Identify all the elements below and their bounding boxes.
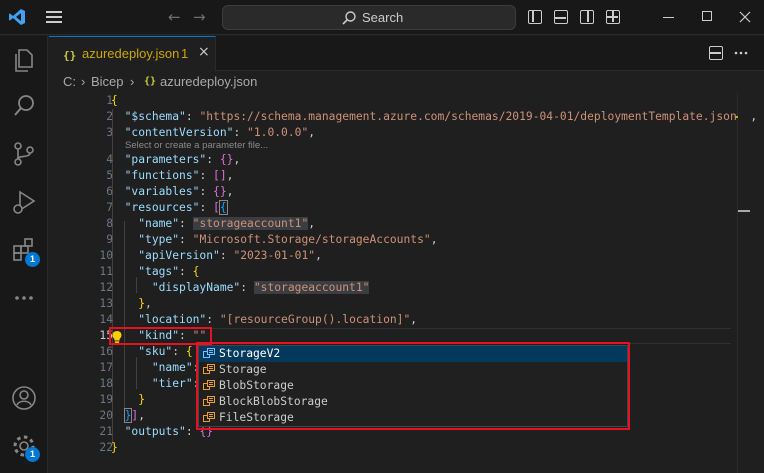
close-tab-icon[interactable]: × — [198, 44, 210, 60]
line-number: 19 — [99, 393, 113, 406]
toggle-primary-sidebar-icon[interactable] — [528, 10, 542, 24]
forward-arrow-icon[interactable]: → — [193, 8, 206, 26]
line-number: 9 — [106, 233, 113, 246]
line-number: 10 — [99, 249, 113, 262]
activity-bar: 1 1 — [0, 36, 48, 473]
tab-label: azuredeploy.json — [82, 46, 180, 61]
breadcrumb-item-drive[interactable]: C: — [63, 74, 76, 89]
files-icon[interactable] — [10, 46, 38, 74]
line-number: 22 — [99, 441, 113, 454]
code-line: "tags": { — [138, 265, 200, 278]
code-line: "name": "storageaccount1", — [138, 217, 316, 230]
toggle-secondary-sidebar-icon[interactable] — [580, 10, 594, 24]
line-number: 2 — [106, 110, 113, 123]
breadcrumb-separator: › — [130, 74, 135, 89]
vscode-logo-icon — [9, 9, 25, 25]
more-actions-icon[interactable] — [734, 46, 748, 60]
minimize-button[interactable] — [656, 4, 682, 30]
line-number: 1 — [106, 94, 113, 107]
line-number: 11 — [99, 265, 113, 278]
json-file-icon: {} — [63, 49, 77, 62]
code-line: "location": "[resourceGroup().location]"… — [138, 313, 418, 326]
tab-azuredeploy-json[interactable]: {} azuredeploy.json 1 × — [49, 36, 216, 71]
command-center-search[interactable]: Search — [222, 5, 516, 30]
line-number: 20 — [99, 409, 113, 422]
breadcrumb-item-file[interactable]: azuredeploy.json — [160, 74, 257, 89]
codelens-parameter-file[interactable]: Select or create a parameter file... — [125, 140, 268, 152]
title-bar: ← → Search — [0, 0, 764, 35]
json-file-icon: {} — [144, 76, 157, 87]
code-line: }, — [138, 297, 152, 310]
line-number: 8 — [106, 217, 113, 230]
search-label: Search — [362, 10, 404, 25]
line-number: 6 — [106, 185, 113, 198]
toggle-panel-icon[interactable] — [554, 10, 568, 24]
code-line: "name": — [151, 361, 200, 374]
editor-scrollbar[interactable] — [737, 93, 751, 473]
account-icon[interactable] — [10, 384, 38, 412]
code-line: "parameters": {}, — [124, 153, 241, 166]
breadcrumb-separator: › — [81, 74, 86, 89]
code-line: "$schema": "https://schema.management.az… — [124, 110, 758, 123]
code-line: "functions": [], — [124, 169, 234, 182]
code-line: { — [111, 94, 118, 107]
code-line: "variables": {}, — [124, 185, 234, 198]
breadcrumb: C: › Bicep › {} azuredeploy.json — [49, 71, 764, 93]
code-line: "sku": { — [138, 345, 193, 358]
search-icon — [342, 11, 356, 25]
code-line: "type": "Microsoft.Storage/storageAccoun… — [138, 233, 438, 246]
run-debug-icon[interactable] — [10, 188, 38, 216]
close-icon — [739, 11, 751, 23]
line-number: 4 — [106, 153, 113, 166]
code-line: } — [138, 393, 146, 406]
scrollbar-warning-marker — [735, 116, 738, 118]
code-line: "displayName": "storageaccount1" — [151, 281, 370, 294]
line-number: 14 — [99, 313, 113, 326]
search-icon[interactable] — [10, 92, 38, 120]
line-number: 12 — [99, 281, 113, 294]
problem-count: 1 — [181, 46, 189, 61]
back-arrow-icon[interactable]: ← — [168, 8, 181, 26]
hamburger-menu-icon[interactable] — [44, 9, 64, 25]
line-number: 16 — [99, 345, 113, 358]
extensions-badge: 1 — [25, 252, 40, 267]
line-number: 7 — [106, 201, 113, 214]
line-number: 21 — [99, 425, 113, 438]
line-number: 13 — [99, 297, 113, 310]
code-line: }], — [123, 408, 146, 423]
close-window-button[interactable] — [732, 4, 758, 30]
annotation-highlight-suggestions — [196, 342, 630, 430]
line-number: 3 — [106, 126, 113, 139]
line-number: 18 — [99, 377, 113, 390]
code-line: "resources": [{ — [124, 200, 228, 215]
line-number: 17 — [99, 361, 113, 374]
customize-layout-icon[interactable] — [606, 10, 620, 24]
code-line: } — [111, 441, 118, 454]
line-number-active: 15 — [99, 329, 113, 342]
breadcrumb-item-folder[interactable]: Bicep — [91, 74, 124, 89]
source-control-icon[interactable] — [10, 140, 38, 168]
maximize-button[interactable] — [694, 4, 720, 30]
code-line: "tier": — [151, 377, 200, 390]
ellipsis-icon[interactable] — [10, 284, 38, 312]
code-line: "apiVersion": "2023-01-01", — [138, 249, 322, 262]
split-editor-icon[interactable] — [709, 46, 723, 60]
scrollbar-cursor-marker — [738, 210, 750, 212]
line-number: 5 — [106, 169, 113, 182]
editor-tab-bar: {} azuredeploy.json 1 × — [49, 36, 764, 71]
code-line: "contentVersion": "1.0.0.0", — [124, 126, 316, 139]
settings-badge: 1 — [25, 447, 40, 462]
